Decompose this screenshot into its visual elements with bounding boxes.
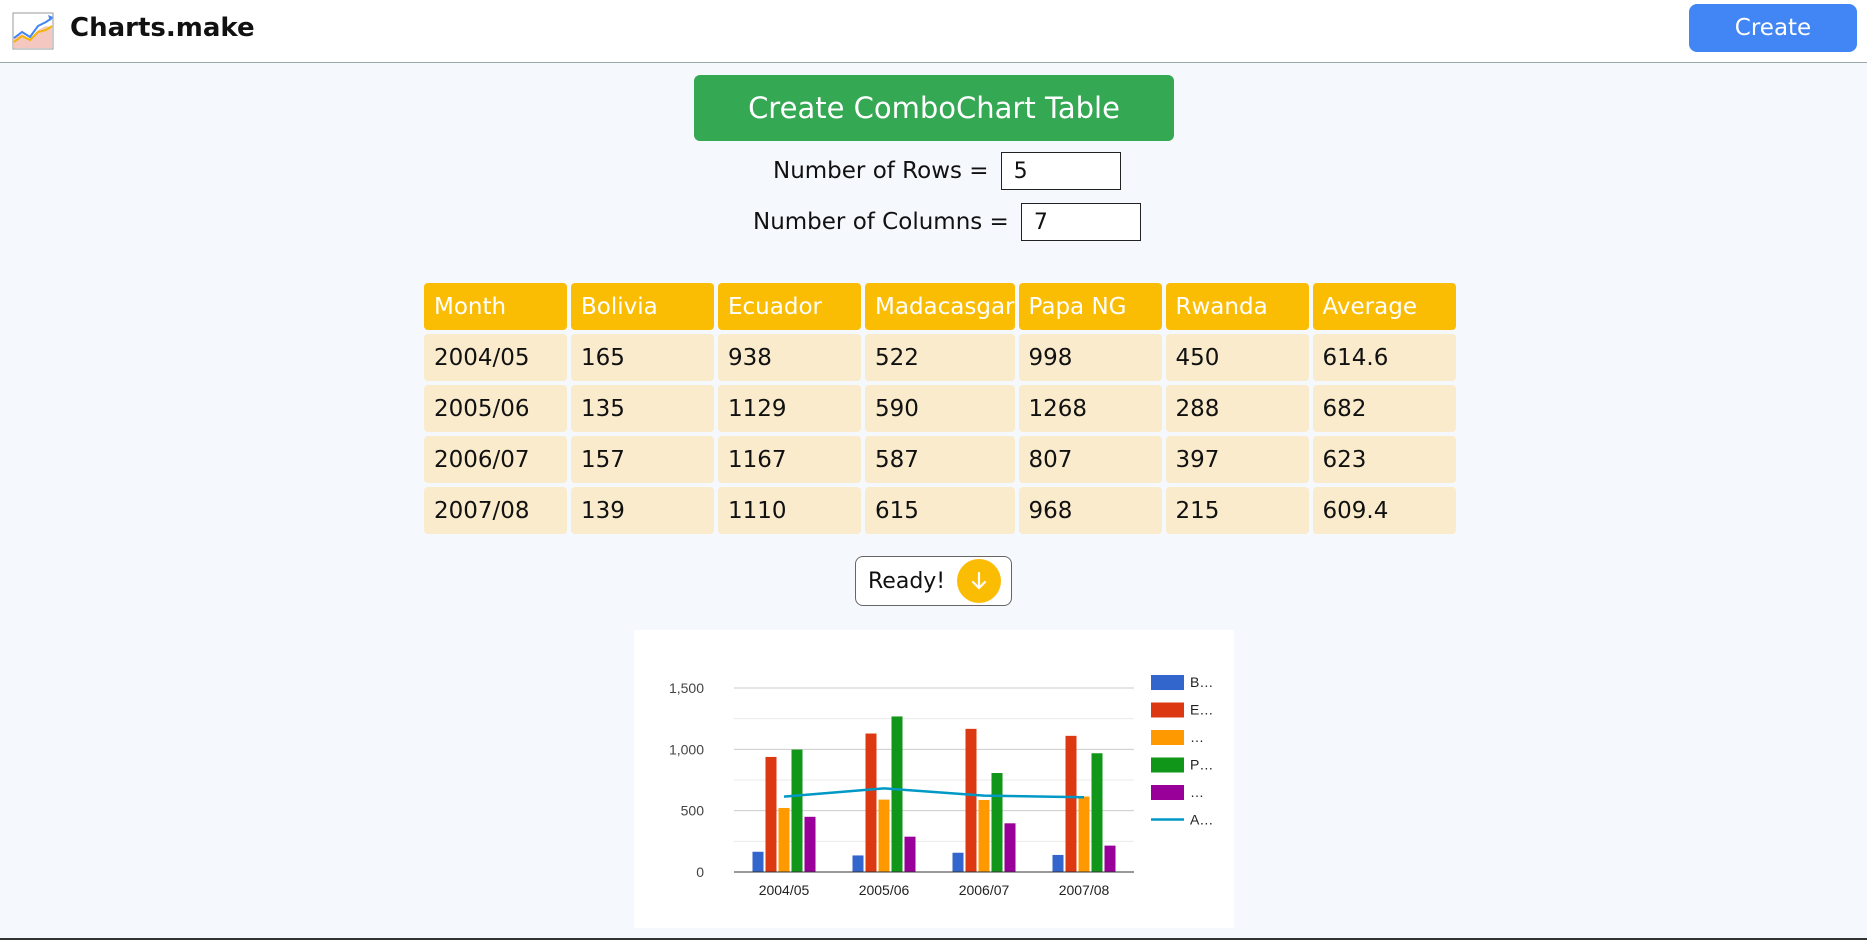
table-cell[interactable]: 590 bbox=[865, 385, 1015, 432]
x-tick-label: 2006/07 bbox=[959, 882, 1010, 898]
table-cell[interactable]: 614.6 bbox=[1312, 334, 1456, 381]
table-cell[interactable]: 522 bbox=[865, 334, 1015, 381]
y-tick-label: 1,000 bbox=[669, 741, 704, 757]
table-row: 2004/05 165 938 522 998 450 614.6 bbox=[424, 334, 1456, 381]
bar bbox=[1052, 854, 1064, 872]
legend-label: … bbox=[1190, 729, 1204, 745]
table-cell[interactable]: 450 bbox=[1165, 334, 1309, 381]
table-cell[interactable]: 623 bbox=[1312, 436, 1456, 483]
legend-label: B… bbox=[1190, 674, 1213, 690]
header-cell[interactable]: Month bbox=[424, 283, 567, 330]
brand-name[interactable]: Charts.make bbox=[70, 13, 255, 43]
average-line bbox=[783, 787, 1085, 799]
table-cell[interactable]: 139 bbox=[571, 487, 714, 534]
legend-label: A… bbox=[1190, 812, 1213, 828]
bar bbox=[904, 836, 916, 872]
table-header-row: Month Bolivia Ecuador Madacasgar Papa NG… bbox=[424, 283, 1456, 330]
bar bbox=[1091, 753, 1103, 872]
bar bbox=[878, 799, 890, 872]
ready-download-button[interactable]: Ready! bbox=[855, 556, 1012, 606]
rows-field-row: Number of Rows = bbox=[773, 152, 1121, 190]
table-cell[interactable]: 1167 bbox=[718, 436, 861, 483]
chart-logo-icon bbox=[12, 12, 54, 50]
table-cell[interactable]: 968 bbox=[1018, 487, 1162, 534]
table-cell[interactable]: 1129 bbox=[718, 385, 861, 432]
table-row: 2006/07 157 1167 587 807 397 623 bbox=[424, 436, 1456, 483]
bar bbox=[791, 749, 803, 872]
arrow-down-icon bbox=[957, 559, 1002, 603]
legend-swatch bbox=[1151, 675, 1184, 690]
bar bbox=[891, 716, 903, 872]
bar bbox=[804, 816, 816, 872]
columns-label: Number of Columns = bbox=[753, 209, 1009, 235]
bar bbox=[965, 728, 977, 872]
legend-swatch bbox=[1151, 730, 1184, 745]
header-cell[interactable]: Bolivia bbox=[571, 283, 714, 330]
bar bbox=[1104, 845, 1116, 872]
table-cell[interactable]: 2005/06 bbox=[424, 385, 567, 432]
table-cell[interactable]: 938 bbox=[718, 334, 861, 381]
table-cell[interactable]: 615 bbox=[865, 487, 1015, 534]
y-tick-label: 0 bbox=[696, 864, 704, 880]
bar bbox=[991, 773, 1003, 872]
x-tick-label: 2005/06 bbox=[859, 882, 910, 898]
table-cell[interactable]: 587 bbox=[865, 436, 1015, 483]
bar bbox=[1065, 735, 1077, 872]
table-cell[interactable]: 2007/08 bbox=[424, 487, 567, 534]
table-cell[interactable]: 157 bbox=[571, 436, 714, 483]
bar bbox=[765, 756, 777, 872]
legend-swatch bbox=[1151, 785, 1184, 800]
table-cell[interactable]: 998 bbox=[1018, 334, 1162, 381]
columns-field-row: Number of Columns = bbox=[753, 203, 1141, 241]
table-cell[interactable]: 807 bbox=[1018, 436, 1162, 483]
table-cell[interactable]: 1110 bbox=[718, 487, 861, 534]
x-tick-label: 2004/05 bbox=[759, 882, 810, 898]
table-cell[interactable]: 397 bbox=[1165, 436, 1309, 483]
legend-swatch bbox=[1151, 757, 1184, 773]
create-combochart-table-button[interactable]: Create ComboChart Table bbox=[694, 75, 1174, 141]
combo-chart-svg: 0 500 1,000 1,500 2004/05 2005/06 2006/07 2007/… bbox=[669, 674, 1213, 898]
table-row: 2005/06 135 1129 590 1268 288 682 bbox=[424, 385, 1456, 432]
header-cell[interactable]: Ecuador bbox=[718, 283, 861, 330]
table-cell[interactable]: 609.4 bbox=[1312, 487, 1456, 534]
legend-label: … bbox=[1190, 784, 1204, 800]
y-tick-label: 1,500 bbox=[669, 680, 704, 696]
table-cell[interactable]: 215 bbox=[1165, 487, 1309, 534]
bar bbox=[778, 807, 790, 872]
table-cell[interactable]: 135 bbox=[571, 385, 714, 432]
legend-label: P… bbox=[1190, 757, 1213, 773]
bar bbox=[952, 852, 964, 872]
table-row: 2007/08 139 1110 615 968 215 609.4 bbox=[424, 487, 1456, 534]
x-tick-label: 2007/08 bbox=[1059, 882, 1110, 898]
legend-label: E… bbox=[1190, 702, 1213, 718]
table-cell[interactable]: 682 bbox=[1312, 385, 1456, 432]
bar bbox=[852, 855, 864, 872]
rows-label: Number of Rows = bbox=[773, 158, 989, 184]
data-table: Month Bolivia Ecuador Madacasgar Papa NG… bbox=[420, 279, 1460, 538]
create-button[interactable]: Create bbox=[1689, 4, 1857, 52]
bar bbox=[752, 851, 764, 872]
y-tick-label: 500 bbox=[681, 803, 705, 819]
columns-input[interactable] bbox=[1020, 203, 1141, 241]
bar bbox=[865, 733, 877, 872]
bar bbox=[1004, 823, 1016, 872]
header-cell[interactable]: Rwanda bbox=[1165, 283, 1309, 330]
header-cell[interactable]: Average bbox=[1312, 283, 1456, 330]
table-cell[interactable]: 1268 bbox=[1018, 385, 1162, 432]
top-bar: Charts.make Create bbox=[0, 0, 1867, 63]
legend-swatch bbox=[1151, 702, 1184, 718]
rows-input[interactable] bbox=[1000, 152, 1121, 190]
table-cell[interactable]: 165 bbox=[571, 334, 714, 381]
bar bbox=[978, 799, 990, 872]
header-cell[interactable]: Papa NG bbox=[1018, 283, 1162, 330]
ready-label: Ready! bbox=[868, 568, 946, 594]
bar bbox=[1078, 796, 1090, 872]
table-cell[interactable]: 2006/07 bbox=[424, 436, 567, 483]
header-cell[interactable]: Madacasgar bbox=[865, 283, 1015, 330]
table-cell[interactable]: 2004/05 bbox=[424, 334, 567, 381]
table-cell[interactable]: 288 bbox=[1165, 385, 1309, 432]
combo-chart: 0 500 1,000 1,500 2004/05 2005/06 2006/07 2007/… bbox=[634, 630, 1234, 928]
